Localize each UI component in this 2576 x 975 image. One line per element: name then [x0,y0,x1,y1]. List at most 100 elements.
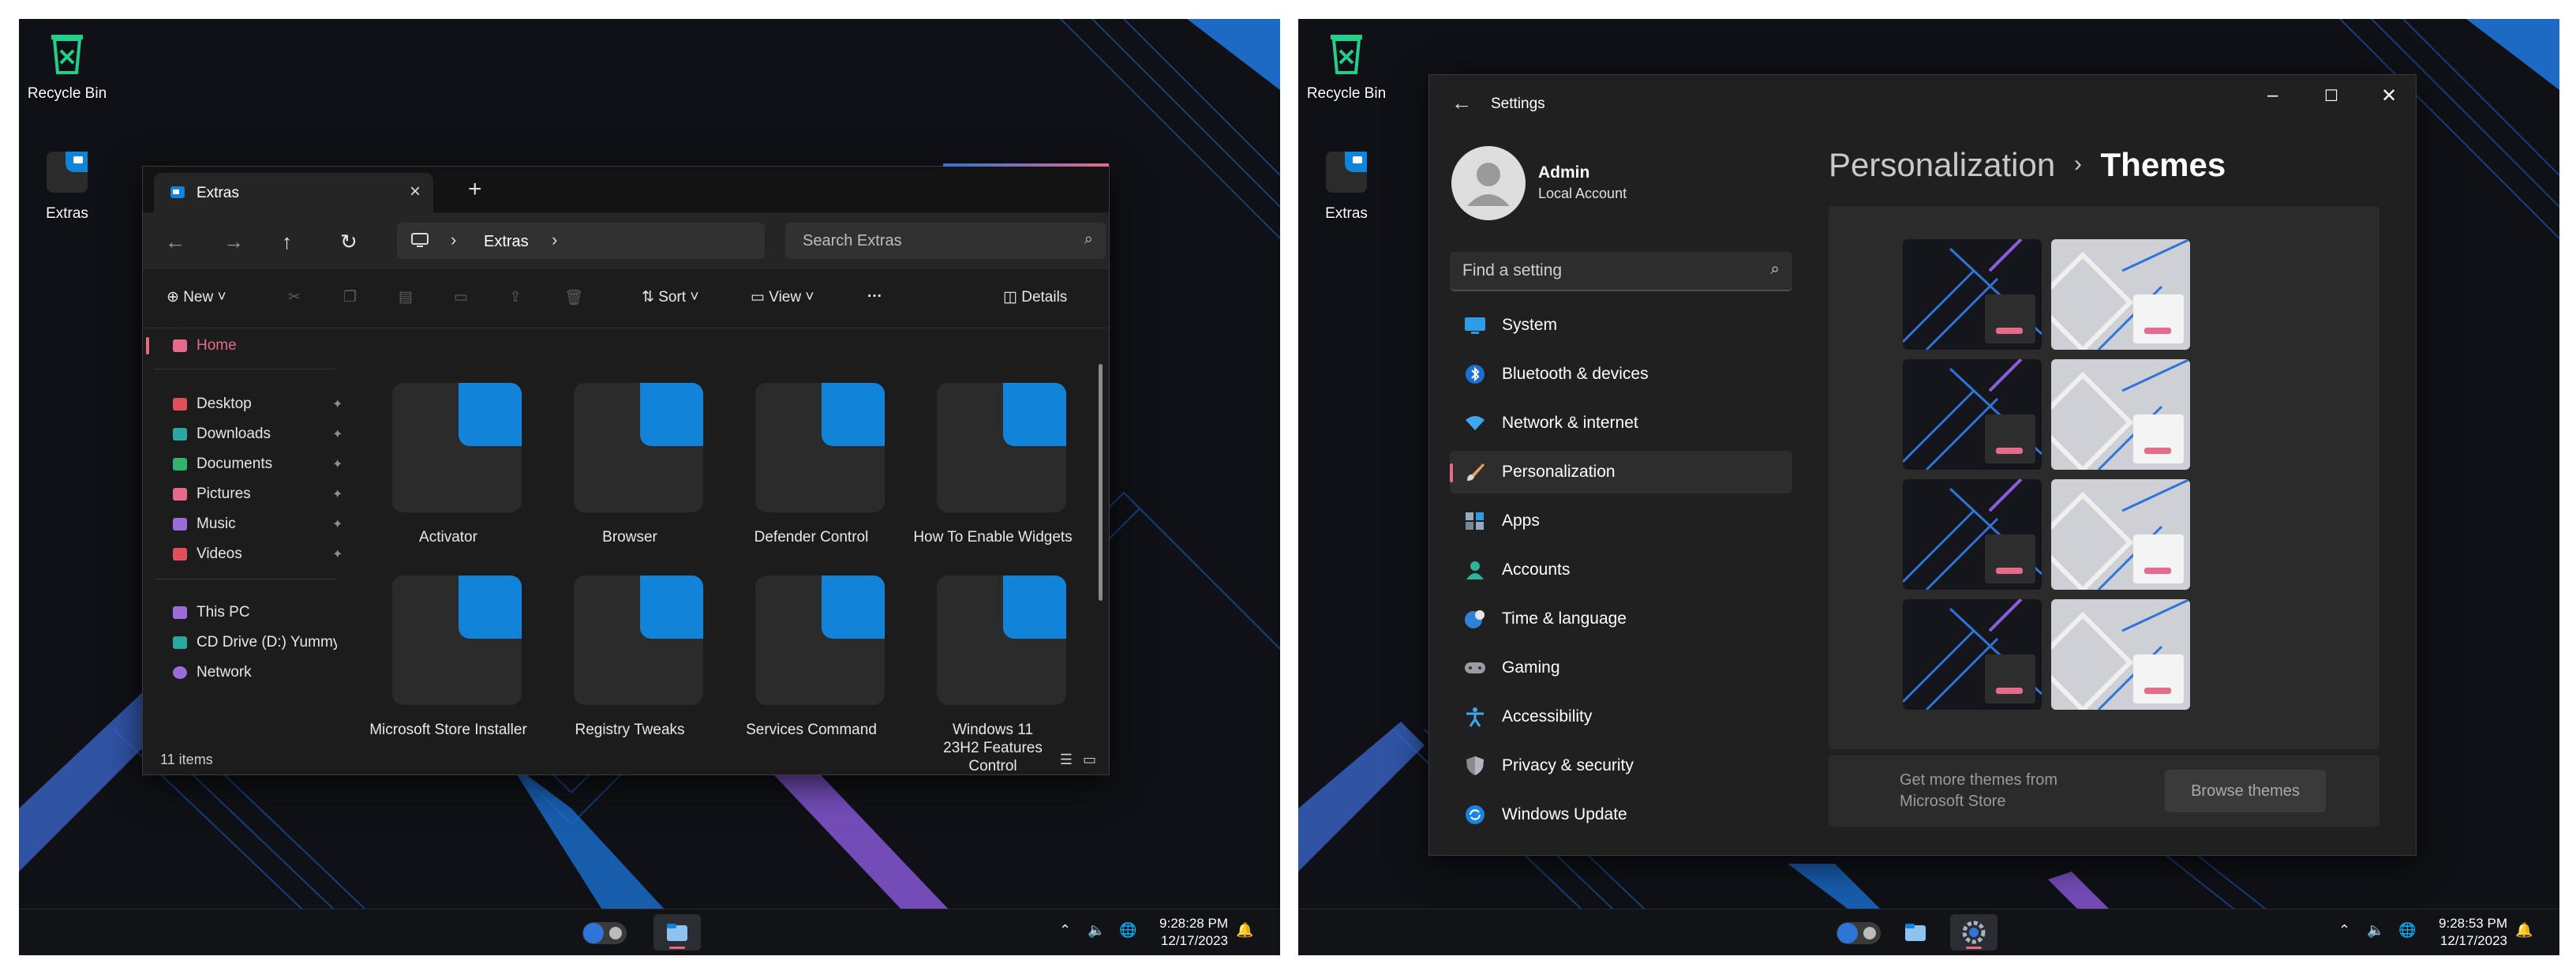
scrollbar[interactable] [1099,364,1103,601]
avatar[interactable] [1451,146,1526,220]
close-tab-icon[interactable]: × [410,181,421,203]
up-icon[interactable]: ↑ [282,230,292,254]
copy-icon[interactable]: ❐ [343,288,357,306]
folder-item[interactable]: Microsoft Store Installer [364,566,533,756]
new-button[interactable]: ⊕ New ˅ [167,288,227,306]
system-clock[interactable]: 9:28:53 PM 12/17/2023 [2439,915,2507,950]
paste-icon[interactable]: ▤ [399,288,413,306]
globe-icon[interactable]: 🌐 [1119,922,1136,955]
tiles-view-icon[interactable]: ▭ [1083,752,1096,768]
pin-icon[interactable]: ✦ [332,426,343,442]
folder-icon [937,576,1066,705]
desktop-icon-recycle-bin[interactable]: Recycle Bin [1303,28,1390,103]
folder-item[interactable]: Activator [364,373,533,563]
new-tab-button[interactable]: + [468,176,482,203]
share-icon[interactable]: ⇪ [509,288,522,306]
address-bar[interactable]: › Extras › [397,223,765,259]
sidebar-item-apps[interactable]: Apps [1450,500,1792,542]
volume-icon[interactable]: 🔈 [1088,922,1105,955]
sidebar-item-videos[interactable]: Videos [173,542,242,566]
folder-item[interactable]: Windows 11 23H2 Features Control [908,566,1077,774]
notification-bell-icon[interactable]: 🔔 [2515,922,2533,955]
forward-icon[interactable]: → [223,230,244,254]
view-button[interactable]: ▭ View ˅ [751,288,814,306]
sidebar-item-accounts[interactable]: Accounts [1450,549,1792,591]
taskbar-file-explorer[interactable] [653,914,701,951]
sidebar-item-network[interactable]: Network [173,661,252,684]
pin-icon[interactable]: ✦ [332,546,343,562]
desktop-icon-recycle-bin[interactable]: Recycle Bin [24,28,110,103]
minimize-icon[interactable]: – [2267,84,2278,107]
taskbar-file-explorer[interactable] [1892,914,1939,951]
theme-tile-light[interactable] [2051,599,2190,710]
sidebar-item-cd-drive[interactable]: CD Drive (D:) Yummy [173,631,337,654]
sidebar-item-time-language[interactable]: Time & language [1450,598,1792,640]
address-segment[interactable]: Extras [484,233,529,251]
sidebar-item-documents[interactable]: Documents [173,452,272,476]
details-button[interactable]: ◫ Details [1003,288,1067,306]
theme-tile-dark[interactable] [1903,239,2042,350]
sidebar-item-bluetooth[interactable]: Bluetooth & devices [1450,353,1792,396]
theme-tile-light[interactable] [2051,359,2190,470]
find-setting-input[interactable]: Find a setting ⌕ [1450,252,1792,291]
chevron-up-icon[interactable]: ⌃ [2338,922,2350,955]
taskbar-settings[interactable] [1950,914,1998,951]
sidebar-item-accessibility[interactable]: Accessibility [1450,696,1792,738]
theme-tile-dark[interactable] [1903,479,2042,590]
sidebar-item-desktop[interactable]: Desktop [173,392,252,416]
folder-item[interactable]: Defender Control [727,373,896,563]
globe-icon[interactable]: 🌐 [2398,922,2416,955]
sidebar-item-home[interactable]: Home [173,334,237,358]
sort-button[interactable]: ⇅ Sort ˅ [642,288,698,306]
more-options-icon[interactable]: ··· [867,288,882,306]
details-view-icon[interactable]: ☰ [1060,752,1073,768]
folder-item[interactable]: Services Command [727,566,896,756]
pin-icon[interactable]: ✦ [332,396,343,412]
theme-tile-dark[interactable] [1903,599,2042,710]
system-clock[interactable]: 9:28:28 PM 12/17/2023 [1159,915,1228,950]
desktop-icon-extras[interactable]: Extras [1303,148,1390,223]
explorer-tab[interactable]: Extras × [154,173,433,212]
pin-icon[interactable]: ✦ [332,486,343,502]
cut-icon[interactable]: ✂ [288,288,301,306]
notification-bell-icon[interactable]: 🔔 [1236,922,1253,955]
theme-tile-light[interactable] [2051,239,2190,350]
sidebar-item-music[interactable]: Music [173,512,236,536]
back-icon[interactable]: ← [165,230,185,254]
back-icon[interactable]: ← [1451,91,1472,115]
folder-item[interactable]: Registry Tweaks [545,566,714,756]
chevron-up-icon[interactable]: ⌃ [1059,922,1071,955]
maximize-icon[interactable]: ☐ [2324,86,2338,106]
theme-tile-dark[interactable] [1903,359,2042,470]
sidebar-item-gaming[interactable]: Gaming [1450,647,1792,689]
folder-icon [170,186,185,198]
folder-item[interactable]: Browser [545,373,714,563]
delete-icon[interactable]: 🗑 [564,288,583,307]
sidebar-item-this-pc[interactable]: This PC [173,601,250,624]
pin-icon[interactable]: ✦ [332,516,343,532]
sidebar-item-privacy[interactable]: Privacy & security [1450,744,1792,787]
sidebar-item-windows-update[interactable]: Windows Update [1450,793,1792,836]
folder-item[interactable]: How To Enable Widgets [908,373,1077,563]
chevron-right-icon[interactable]: › [552,230,557,250]
sidebar-item-network[interactable]: Network & internet [1450,402,1792,444]
refresh-icon[interactable]: ↻ [340,230,358,254]
browse-themes-button[interactable]: Browse themes [2165,770,2326,812]
new-label: New [183,289,214,306]
sidebar-item-system[interactable]: System [1450,304,1792,347]
sidebar-item-personalization[interactable]: Personalization [1450,451,1792,493]
taskbar-toggle-app[interactable] [1835,914,1882,951]
close-icon[interactable]: ✕ [2381,84,2397,107]
desktop-icon-extras[interactable]: Extras [24,148,110,223]
pin-icon[interactable]: ✦ [332,456,343,472]
bluetooth-icon [1466,365,1485,384]
theme-tile-light[interactable] [2051,479,2190,590]
breadcrumb-parent[interactable]: Personalization [1829,146,2055,183]
sidebar-item-downloads[interactable]: Downloads [173,422,271,446]
volume-icon[interactable]: 🔈 [2367,922,2384,955]
taskbar-toggle-app[interactable] [581,914,628,951]
rename-icon[interactable]: ▭ [454,288,468,306]
sidebar-item-pictures[interactable]: Pictures [173,482,251,506]
search-input[interactable]: Search Extras ⌕ [785,223,1106,259]
nav-label: Apps [1502,512,1540,530]
